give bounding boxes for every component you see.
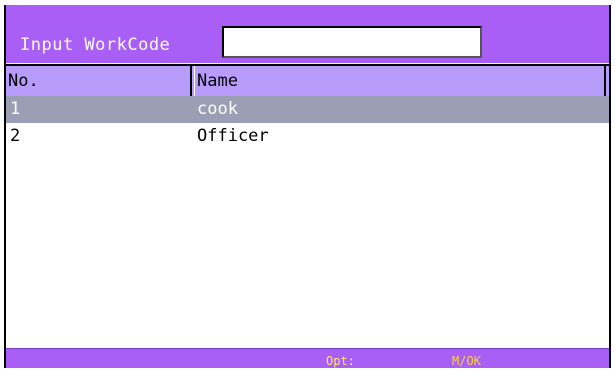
workcode-input[interactable] bbox=[222, 26, 482, 58]
status-bar: Opt: M/OK bbox=[6, 348, 609, 368]
workcode-list: 1 cook 2 Officer bbox=[6, 96, 609, 150]
options-key-hint: M/OK bbox=[452, 354, 481, 368]
row-number: 1 bbox=[10, 99, 21, 119]
workcode-window: Input WorkCode No. Name 1 cook 2 Officer… bbox=[4, 5, 611, 368]
column-header-name[interactable]: Name bbox=[194, 66, 606, 96]
column-header-no[interactable]: No. bbox=[6, 66, 192, 96]
table-row[interactable]: 2 Officer bbox=[6, 123, 609, 150]
table-row[interactable]: 1 cook bbox=[6, 96, 609, 123]
options-label: Opt: bbox=[326, 354, 355, 368]
table-header: No. Name bbox=[6, 64, 609, 96]
row-name: Officer bbox=[197, 126, 269, 146]
row-number: 2 bbox=[10, 126, 21, 146]
device-screen: Input WorkCode No. Name 1 cook 2 Officer… bbox=[0, 0, 615, 374]
row-name: cook bbox=[197, 99, 238, 119]
input-workcode-label: Input WorkCode bbox=[20, 35, 171, 55]
input-bar: Input WorkCode bbox=[6, 5, 609, 63]
